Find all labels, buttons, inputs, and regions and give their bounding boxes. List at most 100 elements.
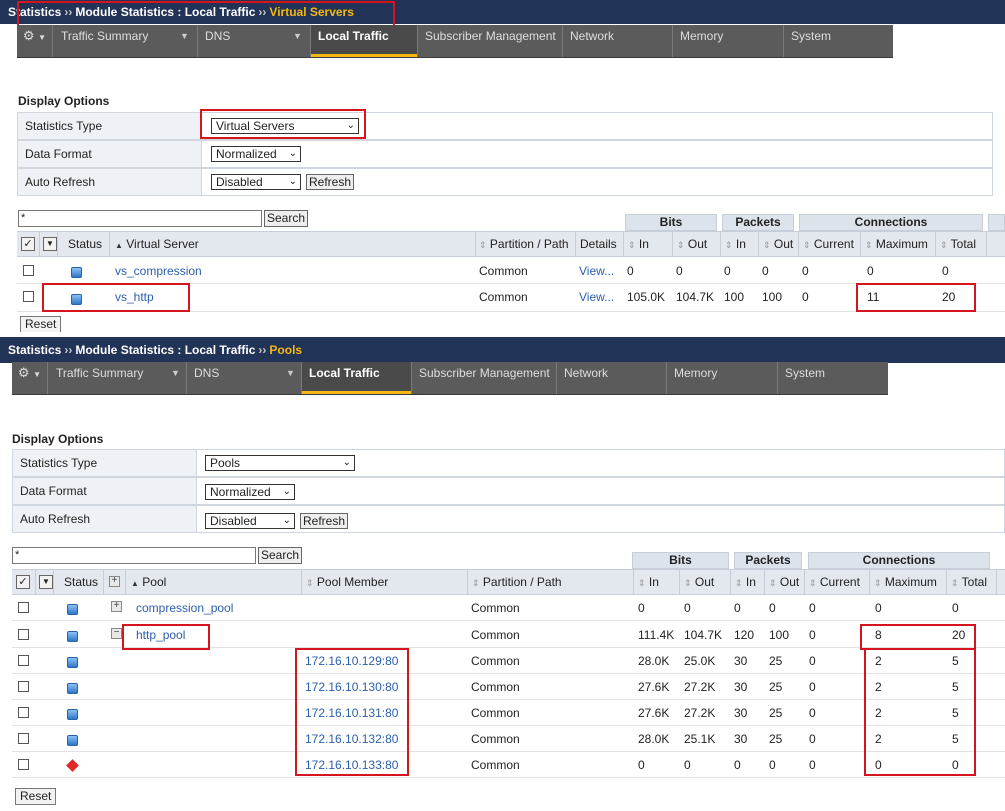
row-checkbox[interactable] xyxy=(18,602,29,613)
row-checkbox[interactable] xyxy=(18,655,29,666)
current-value: 0 xyxy=(809,680,816,694)
gear-icon[interactable]: ⚙ ▼ xyxy=(12,362,48,394)
col-virtual-server[interactable]: ▲ Virtual Server xyxy=(110,232,476,256)
row-checkbox[interactable] xyxy=(23,291,34,302)
search-input[interactable]: * xyxy=(12,547,256,564)
checkbox-icon[interactable]: ✓ xyxy=(21,237,35,251)
col-bits-out[interactable]: ⇕ Out xyxy=(673,232,721,256)
search-button[interactable]: Search xyxy=(258,547,303,564)
col-packets-in[interactable]: ⇕ In xyxy=(731,570,765,594)
tab-memory[interactable]: Memory xyxy=(667,362,778,394)
col-packets-out[interactable]: ⇕ Out xyxy=(765,570,805,594)
col-bits-out[interactable]: ⇕ Out xyxy=(680,570,731,594)
search-button[interactable]: Search xyxy=(264,210,309,227)
col-pool-member[interactable]: ⇕ Pool Member xyxy=(302,570,468,594)
tab-dns[interactable]: DNS xyxy=(187,362,302,394)
tab-traffic-summary[interactable]: Traffic Summary xyxy=(49,362,187,394)
row-checkbox[interactable] xyxy=(18,707,29,718)
sort-icon: ⇕ xyxy=(763,240,771,250)
partition-value: Common xyxy=(471,628,520,642)
expand-icon[interactable]: + xyxy=(111,601,122,612)
col-partition[interactable]: ⇕ Partition / Path xyxy=(468,570,634,594)
details-link[interactable]: View... xyxy=(579,258,614,284)
col-status[interactable]: Status xyxy=(54,570,104,594)
auto-refresh-select[interactable]: Disabled ⌄ xyxy=(205,513,295,529)
virtual-server-link[interactable]: vs_compression xyxy=(115,258,202,284)
checkbox-icon[interactable]: ✓ xyxy=(16,575,30,589)
expand-icon[interactable]: + xyxy=(109,576,120,587)
tab-network[interactable]: Network xyxy=(557,362,667,394)
col-packets-out[interactable]: ⇕ Out xyxy=(759,232,799,256)
collapse-icon[interactable]: − xyxy=(111,628,122,639)
reset-button[interactable]: Reset xyxy=(15,788,57,805)
pool-link[interactable]: compression_pool xyxy=(136,595,233,621)
breadcrumb-module[interactable]: Module Statistics : Local Traffic xyxy=(75,343,255,357)
packets-out-value: 100 xyxy=(769,628,790,642)
tab-system[interactable]: System xyxy=(784,25,893,57)
tab-local-traffic[interactable]: Local Traffic xyxy=(311,25,418,57)
data-format-select[interactable]: Normalized ⌄ xyxy=(205,484,295,500)
row-checkbox[interactable] xyxy=(18,681,29,692)
breadcrumb-statistics[interactable]: Statistics xyxy=(8,343,61,357)
packets-in-value: 30 xyxy=(734,706,748,720)
total-value: 0 xyxy=(952,601,959,615)
row-checkbox[interactable] xyxy=(23,265,34,276)
tab-memory[interactable]: Memory xyxy=(673,25,784,57)
row-checkbox[interactable] xyxy=(18,733,29,744)
tab-local-traffic[interactable]: Local Traffic xyxy=(302,362,412,394)
select-all-header: ✓ xyxy=(12,570,36,594)
bits-out-value: 27.2K xyxy=(684,680,716,694)
chevron-down-icon[interactable]: ▼ xyxy=(39,575,53,589)
packets-out-value: 25 xyxy=(769,680,783,694)
row-checkbox[interactable] xyxy=(18,629,29,640)
packets-out-value: 0 xyxy=(762,264,769,278)
sort-icon: ⇕ xyxy=(677,240,685,250)
bits-in-value: 0 xyxy=(627,264,634,278)
col-pool[interactable]: ▲ Pool xyxy=(126,570,302,594)
group-header-connections: Connections xyxy=(808,552,990,569)
sort-icon: ⇕ xyxy=(865,240,873,250)
col-status[interactable]: Status xyxy=(58,232,110,256)
col-packets-in[interactable]: ⇕ In xyxy=(721,232,759,256)
col-current[interactable]: ⇕ Current xyxy=(799,232,861,256)
row-checkbox[interactable] xyxy=(18,759,29,770)
col-maximum[interactable]: ⇕ Maximum xyxy=(861,232,936,256)
sort-icon: ⇕ xyxy=(735,578,743,588)
tab-system[interactable]: System xyxy=(778,362,888,394)
refresh-button[interactable]: Refresh xyxy=(306,174,355,190)
bits-in-value: 0 xyxy=(638,758,645,772)
tab-subscriber-management[interactable]: Subscriber Management xyxy=(418,25,563,57)
gear-icon[interactable]: ⚙ ▼ xyxy=(17,25,53,57)
col-total[interactable]: ⇕ Total xyxy=(936,232,987,256)
total-value: 0 xyxy=(942,264,949,278)
tab-network[interactable]: Network xyxy=(563,25,673,57)
auto-refresh-select[interactable]: Disabled ⌄ xyxy=(211,174,301,190)
packets-in-value: 30 xyxy=(734,732,748,746)
details-link[interactable]: View... xyxy=(579,284,614,310)
pool-member-row: 172.16.10.133:80 Common 0 0 0 0 0 0 0 xyxy=(12,752,1005,778)
tab-subscriber-management[interactable]: Subscriber Management xyxy=(412,362,557,394)
col-maximum[interactable]: ⇕ Maximum xyxy=(870,570,947,594)
col-total[interactable]: ⇕ Total xyxy=(947,570,997,594)
status-available-icon xyxy=(71,267,82,278)
pool-member-row: 172.16.10.130:80 Common 27.6K 27.2K 30 25 0 2 5 xyxy=(12,674,1005,700)
reset-button[interactable]: Reset xyxy=(20,316,62,332)
statistics-type-label: Statistics Type xyxy=(13,450,197,476)
col-current[interactable]: ⇕ Current xyxy=(805,570,870,594)
statistics-type-select[interactable]: Pools ⌄ xyxy=(205,455,355,471)
partition-value: Common xyxy=(471,758,520,772)
tab-traffic-summary[interactable]: Traffic Summary xyxy=(54,25,198,57)
group-header-extra xyxy=(988,214,1005,231)
highlight-box xyxy=(860,624,976,650)
search-input[interactable]: * xyxy=(18,210,262,227)
col-bits-in[interactable]: ⇕ In xyxy=(634,570,680,594)
data-format-select[interactable]: Normalized ⌄ xyxy=(211,146,301,162)
data-format-row: Data Format Normalized ⌄ xyxy=(17,140,993,168)
refresh-button[interactable]: Refresh xyxy=(300,513,349,529)
col-partition[interactable]: ⇕ Partition / Path xyxy=(476,232,576,256)
pool-member-row: 172.16.10.129:80 Common 28.0K 25.0K 30 25 0 2 5 xyxy=(12,648,1005,674)
breadcrumb-separator: ›› xyxy=(64,343,73,357)
chevron-down-icon[interactable]: ▼ xyxy=(43,237,57,251)
col-bits-in[interactable]: ⇕ In xyxy=(624,232,673,256)
chevron-down-icon: ▼ xyxy=(171,368,180,378)
